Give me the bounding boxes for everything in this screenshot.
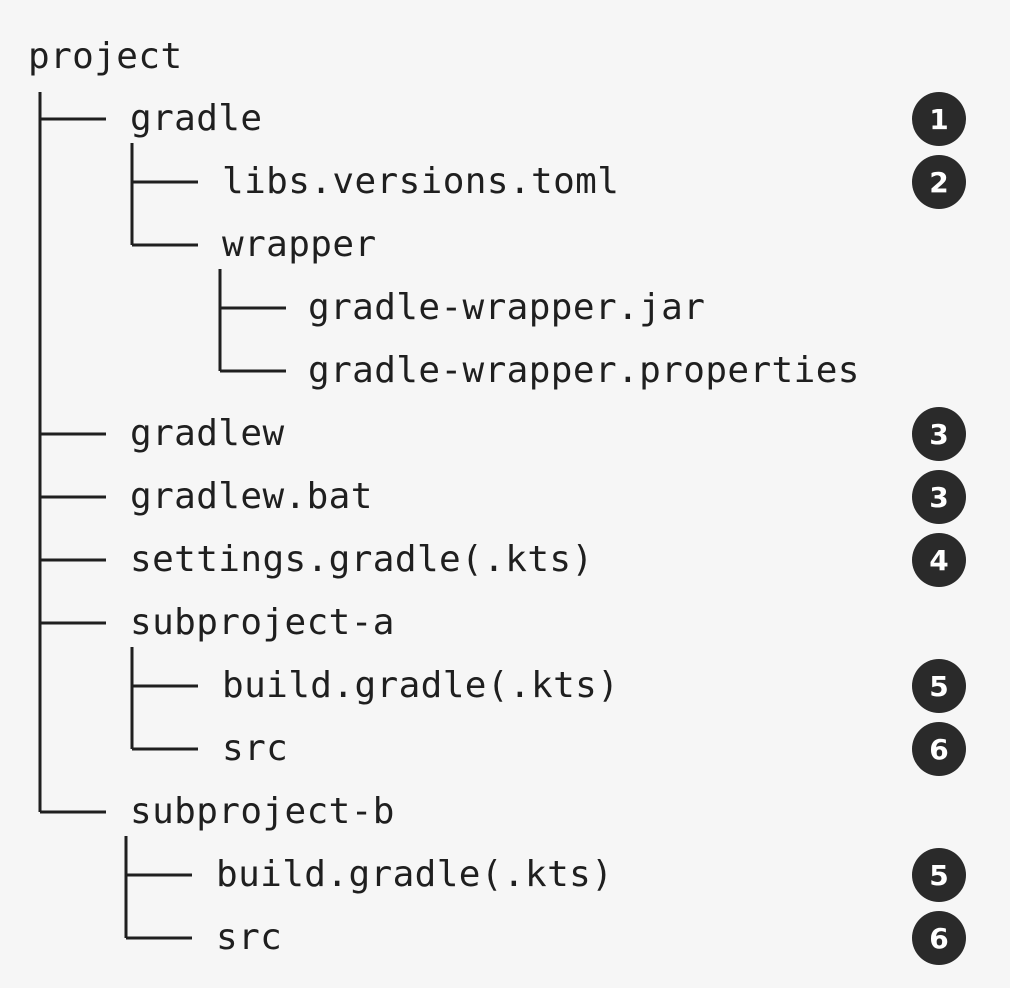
tree-entry-label: gradlew [130,413,285,454]
tree-entry-label: gradlew.bat [130,476,373,517]
callout-badge: 5 [912,659,966,713]
callout-badge: 4 [912,533,966,587]
tree-entry-label: gradle [130,98,263,139]
callout-badge: 5 [912,848,966,902]
tree-entry-label: subproject-a [130,602,395,643]
callout-badge: 3 [912,470,966,524]
callout-badge: 6 [912,722,966,776]
tree-entry-label: wrapper [222,224,377,265]
tree-entry-label: libs.versions.toml [222,161,620,202]
tree-entry-label: gradle-wrapper.jar [308,287,706,328]
tree-entry-label: build.gradle(.kts) [222,665,620,706]
callout-badge: 6 [912,911,966,965]
tree-entry-label: src [216,917,283,958]
tree-root-label: project [28,36,183,77]
tree-entry-label: build.gradle(.kts) [216,854,614,895]
callout-badge: 2 [912,155,966,209]
callout-badge: 3 [912,407,966,461]
callout-badge: 1 [912,92,966,146]
tree-entry-label: subproject-b [130,791,395,832]
tree-entry-label: settings.gradle(.kts) [130,539,594,580]
tree-entry-label: gradle-wrapper.properties [308,350,860,391]
tree-entry-label: src [222,728,289,769]
